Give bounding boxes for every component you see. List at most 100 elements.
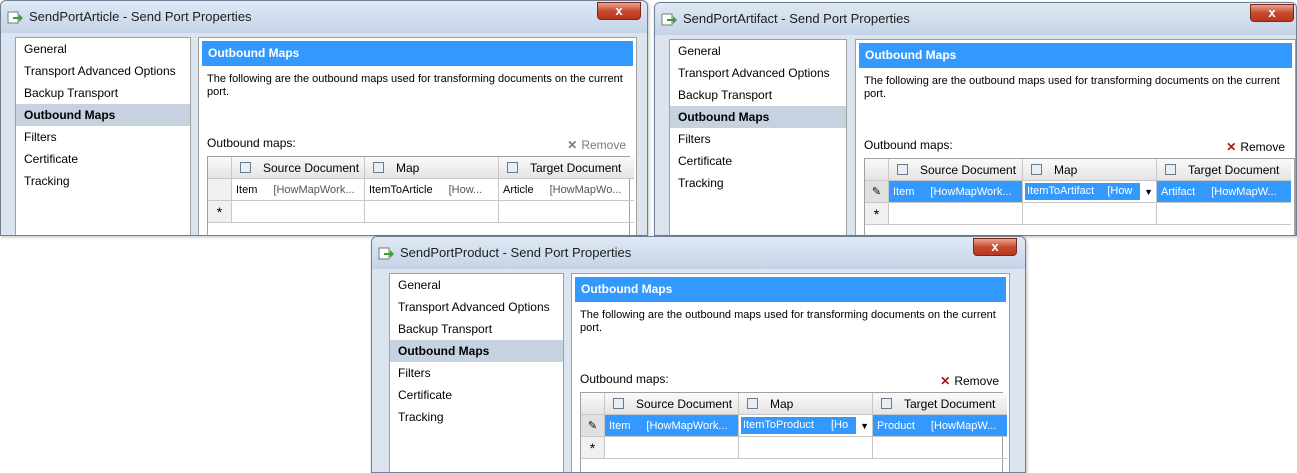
nav-item-general[interactable]: General [390,274,563,296]
remove-button[interactable]: ✕ Remove [940,374,999,388]
new-row-map-cell[interactable] [365,201,499,223]
outbound-maps-grid: Source Document Map Target Document Item… [207,156,634,235]
send-port-product-window: SendPortProduct - Send Port Properties x… [371,236,1026,473]
close-button[interactable]: x [973,238,1017,256]
outbound-maps-grid: Source Document Map Target Document ✎ It… [864,158,1295,235]
column-header-target-document[interactable]: Target Document [873,393,1007,415]
new-row[interactable]: * [865,203,1294,225]
nav-list: General Transport Advanced Options Backu… [669,39,847,235]
remove-button[interactable]: ✕ Remove [1226,140,1285,154]
nav-item-backup-transport[interactable]: Backup Transport [16,82,190,104]
nav-list: General Transport Advanced Options Backu… [389,273,564,472]
map-select[interactable]: ItemToArtifact [How [1025,183,1140,200]
map-cell[interactable]: ItemToArtifact [How ▼ [1023,181,1157,203]
new-row-marker: * [208,201,232,223]
column-header-source-document[interactable]: Source Document [889,159,1023,181]
table-row[interactable]: ✎ Item [HowMapWork... ItemToProduct [Ho ▼… [581,415,1007,437]
target-document-cell[interactable]: Article [HowMapWo... [499,179,634,201]
map-cell[interactable]: ItemToArticle [How... [365,179,499,201]
chevron-down-icon[interactable]: ▼ [1144,181,1153,202]
new-row[interactable]: * [208,201,634,223]
nav-item-filters[interactable]: Filters [670,128,846,150]
column-header-target-document[interactable]: Target Document [1157,159,1291,181]
edit-pencil-icon: ✎ [871,186,882,198]
panel-header: Outbound Maps [202,41,633,66]
document-icon [1165,164,1176,175]
nav-item-certificate[interactable]: Certificate [16,148,190,170]
grid-header-row: Source Document Map Target Document [581,393,1007,415]
outbound-maps-panel: Outbound Maps The following are the outb… [571,273,1010,472]
outbound-maps-label: Outbound maps: [207,136,296,150]
source-document-cell[interactable]: Item [HowMapWork... [232,179,365,201]
new-row[interactable]: * [581,437,1007,459]
source-document-cell[interactable]: Item [HowMapWork... [605,415,739,437]
nav-item-backup-transport[interactable]: Backup Transport [390,318,563,340]
document-icon [897,164,908,175]
new-row-target-cell[interactable] [1157,203,1291,225]
window-title: SendPortArtifact - Send Port Properties [683,11,910,26]
target-document-cell[interactable]: Artifact [HowMapW... [1157,181,1291,203]
new-row-marker: * [865,203,889,225]
document-icon [613,398,624,409]
new-row-map-cell[interactable] [1023,203,1157,225]
new-row-source-cell[interactable] [232,201,365,223]
nav-item-outbound-maps[interactable]: Outbound Maps [670,106,846,128]
map-select[interactable]: ItemToProduct [Ho [741,417,856,434]
nav-item-transport-advanced-options[interactable]: Transport Advanced Options [390,296,563,318]
document-icon [507,162,518,173]
column-header-source-document[interactable]: Source Document [605,393,739,415]
new-row-map-cell[interactable] [739,437,873,459]
document-icon [240,162,251,173]
column-header-target-document[interactable]: Target Document [499,157,634,179]
column-header-map[interactable]: Map [739,393,873,415]
new-row-target-cell[interactable] [499,201,634,223]
remove-button[interactable]: ✕ Remove [567,138,626,152]
nav-item-outbound-maps[interactable]: Outbound Maps [16,104,190,126]
nav-item-tracking[interactable]: Tracking [670,172,846,194]
nav-item-transport-advanced-options[interactable]: Transport Advanced Options [16,60,190,82]
row-header[interactable] [208,179,232,201]
nav-item-tracking[interactable]: Tracking [16,170,190,192]
row-header[interactable]: ✎ [581,415,605,437]
new-row-target-cell[interactable] [873,437,1007,459]
column-header-map[interactable]: Map [1023,159,1157,181]
chevron-down-icon[interactable]: ▼ [860,415,869,436]
nav-item-general[interactable]: General [16,38,190,60]
close-button[interactable]: x [597,2,641,20]
panel-header: Outbound Maps [575,277,1006,302]
nav-item-backup-transport[interactable]: Backup Transport [670,84,846,106]
document-icon [881,398,892,409]
map-cell[interactable]: ItemToProduct [Ho ▼ [739,415,873,437]
close-button[interactable]: x [1250,4,1294,22]
row-header[interactable]: ✎ [865,181,889,203]
nav-list: General Transport Advanced Options Backu… [15,37,191,235]
send-port-icon [7,11,23,24]
send-port-article-window: SendPortArticle - Send Port Properties x… [0,0,648,236]
outbound-maps-panel: Outbound Maps The following are the outb… [198,37,637,235]
column-header-map[interactable]: Map [365,157,499,179]
title-bar[interactable]: SendPortArtifact - Send Port Properties … [655,3,1296,35]
map-icon [747,398,758,409]
table-row[interactable]: ✎ Item [HowMapWork... ItemToArtifact [How… [865,181,1294,203]
grid-header-row: Source Document Map Target Document [865,159,1294,181]
row-header-corner [865,159,889,181]
nav-item-filters[interactable]: Filters [390,362,563,384]
new-row-source-cell[interactable] [889,203,1023,225]
nav-item-tracking[interactable]: Tracking [390,406,563,428]
map-icon [1031,164,1042,175]
title-bar[interactable]: SendPortArticle - Send Port Properties x [1,1,647,33]
row-header-corner [208,157,232,179]
nav-item-filters[interactable]: Filters [16,126,190,148]
title-bar[interactable]: SendPortProduct - Send Port Properties x [372,237,1025,269]
table-row[interactable]: Item [HowMapWork... ItemToArticle [How... … [208,179,634,201]
target-document-cell[interactable]: Product [HowMapW... [873,415,1007,437]
panel-description: The following are the outbound maps used… [580,309,996,334]
column-header-source-document[interactable]: Source Document [232,157,365,179]
source-document-cell[interactable]: Item [HowMapWork... [889,181,1023,203]
nav-item-certificate[interactable]: Certificate [670,150,846,172]
new-row-source-cell[interactable] [605,437,739,459]
nav-item-certificate[interactable]: Certificate [390,384,563,406]
nav-item-general[interactable]: General [670,40,846,62]
nav-item-transport-advanced-options[interactable]: Transport Advanced Options [670,62,846,84]
nav-item-outbound-maps[interactable]: Outbound Maps [390,340,563,362]
